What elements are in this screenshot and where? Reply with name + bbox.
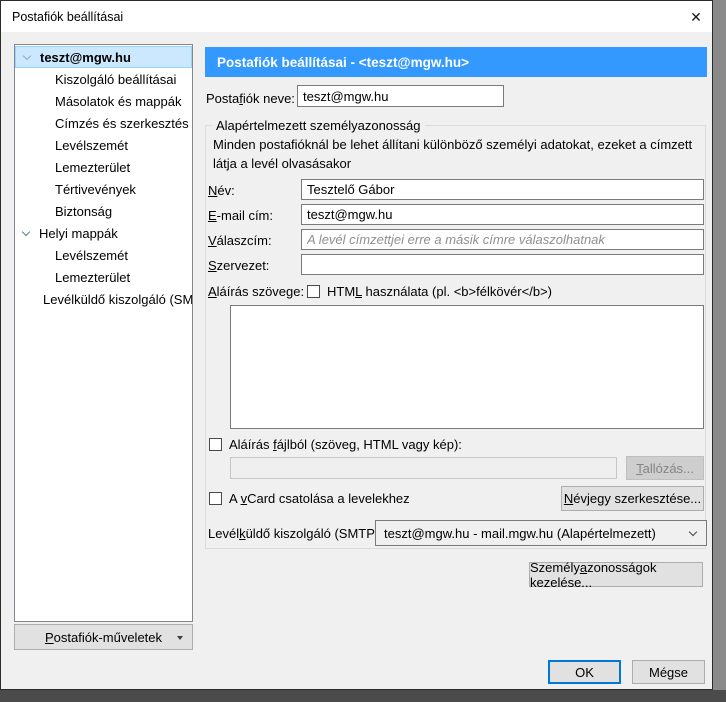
sidebar-item-copies-folders[interactable]: Másolatok és mappák: [15, 90, 192, 112]
sidebar-item-server-settings[interactable]: Kiszolgáló beállításai: [15, 68, 192, 90]
close-icon[interactable]: ✕: [685, 7, 707, 27]
name-input[interactable]: [301, 179, 704, 200]
signature-file-checkbox[interactable]: [209, 438, 222, 451]
organization-label: Szervezet:: [208, 258, 269, 273]
sidebar-item-composition-addressing[interactable]: Címzés és szerkesztés: [15, 112, 192, 134]
signature-textarea[interactable]: [230, 305, 704, 429]
sidebar-item-local-junk[interactable]: Levélszemét: [15, 244, 192, 266]
account-settings-dialog: Postafiók beállításai ✕ teszt@mgw.hu Kis…: [0, 0, 713, 690]
group-legend: Alapértelmezett személyazonosság: [212, 118, 425, 133]
reply-to-input[interactable]: [301, 229, 704, 250]
smtp-label: Levélküldő kiszolgáló (SMTP):: [208, 526, 383, 541]
identity-description: Minden postafióknál be lehet állítani kü…: [213, 135, 703, 173]
attach-vcard-label: A vCard csatolása a levelekhez: [229, 491, 410, 506]
sidebar-item-local-disk-space[interactable]: Lemezterület: [15, 266, 192, 288]
default-identity-group: Alapértelmezett személyazonosság Minden …: [205, 125, 706, 549]
ok-button[interactable]: OK: [548, 660, 621, 684]
chevron-down-icon: [23, 51, 31, 59]
cancel-button[interactable]: Mégse: [632, 660, 705, 684]
reply-to-label: Válaszcím:: [208, 233, 272, 248]
account-actions-button[interactable]: Postafiók-műveletek: [14, 624, 193, 650]
smtp-server-select[interactable]: teszt@mgw.hu - mail.mgw.hu (Alapértelmez…: [375, 520, 707, 546]
screen: Postafiók beállításai ✕ teszt@mgw.hu Kis…: [0, 0, 726, 702]
edit-vcard-button[interactable]: Névjegy szerkesztése...: [561, 486, 704, 511]
chevron-down-icon: [689, 528, 697, 536]
sidebar-item-outgoing-smtp[interactable]: Levélküldő kiszolgáló (SMTP): [15, 288, 192, 310]
html-signature-label: HTML használata (pl. <b>félkövér</b>): [327, 284, 552, 299]
page-title: Postafiók beállításai - <teszt@mgw.hu>: [205, 47, 707, 77]
window-edge: [713, 0, 726, 690]
account-name-input[interactable]: [297, 85, 504, 107]
sidebar-item-local-folders[interactable]: Helyi mappák: [15, 222, 192, 244]
html-signature-checkbox[interactable]: [307, 285, 320, 298]
dropdown-arrow-icon: [177, 636, 183, 640]
chevron-down-icon: [22, 227, 30, 235]
window-title: Postafiók beállításai: [12, 10, 123, 24]
signature-label: Aláírás szövege:: [208, 284, 304, 299]
signature-file-path-input[interactable]: [230, 457, 617, 479]
organization-input[interactable]: [301, 254, 704, 275]
manage-identities-button[interactable]: Személyazonosságok kezelése...: [529, 562, 703, 587]
email-label: E-mail cím:: [208, 208, 273, 223]
sidebar-item-junk[interactable]: Levélszemét: [15, 134, 192, 156]
sidebar-item-account-root[interactable]: teszt@mgw.hu: [15, 46, 192, 68]
settings-tree: teszt@mgw.hu Kiszolgáló beállításai Máso…: [14, 44, 193, 622]
sidebar-item-disk-space[interactable]: Lemezterület: [15, 156, 192, 178]
account-name-label: Postafiók neve:: [206, 91, 295, 106]
titlebar: Postafiók beállításai ✕: [1, 1, 712, 32]
name-label: Név:: [208, 183, 235, 198]
sidebar-item-security[interactable]: Biztonság: [15, 200, 192, 222]
sidebar-item-return-receipts[interactable]: Tértivevények: [15, 178, 192, 200]
smtp-selected-value: teszt@mgw.hu - mail.mgw.hu (Alapértelmez…: [384, 526, 656, 541]
email-input[interactable]: [301, 204, 704, 225]
attach-vcard-checkbox[interactable]: [209, 492, 222, 505]
signature-file-label: Aláírás fájlból (szöveg, HTML vagy kép):: [229, 437, 462, 452]
browse-button[interactable]: Tallózás...: [626, 456, 704, 480]
